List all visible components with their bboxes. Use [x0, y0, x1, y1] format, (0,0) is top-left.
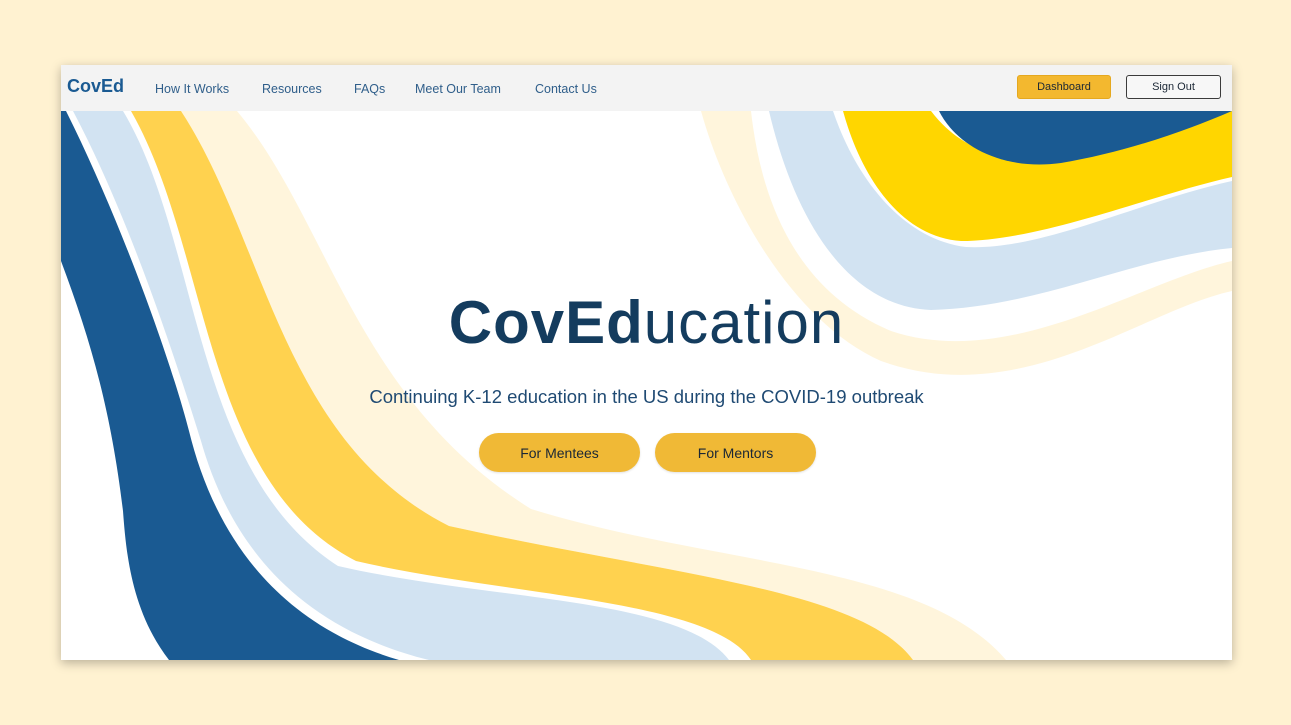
nav-link-meet-our-team[interactable]: Meet Our Team [415, 82, 501, 96]
for-mentees-button[interactable]: For Mentees [479, 433, 640, 472]
hero-title: CovEducation [61, 293, 1232, 353]
sign-out-button[interactable]: Sign Out [1126, 75, 1221, 99]
dashboard-button[interactable]: Dashboard [1017, 75, 1111, 99]
hero-subtitle: Continuing K-12 education in the US duri… [369, 386, 924, 407]
nav-link-contact-us[interactable]: Contact Us [535, 82, 597, 96]
hero-title-bold: CovEd [448, 289, 644, 356]
brand-logo[interactable]: CovEd [67, 76, 124, 97]
nav-link-resources[interactable]: Resources [262, 82, 322, 96]
nav-link-faqs[interactable]: FAQs [354, 82, 385, 96]
top-navbar: CovEd How It Works Resources FAQs Meet O… [61, 65, 1232, 111]
browser-window: CovEd How It Works Resources FAQs Meet O… [61, 65, 1232, 660]
for-mentors-button[interactable]: For Mentors [655, 433, 816, 472]
hero-section: CovEducation Continuing K-12 education i… [61, 111, 1232, 660]
nav-link-how-it-works[interactable]: How It Works [155, 82, 229, 96]
hero-title-light: ucation [643, 289, 845, 356]
